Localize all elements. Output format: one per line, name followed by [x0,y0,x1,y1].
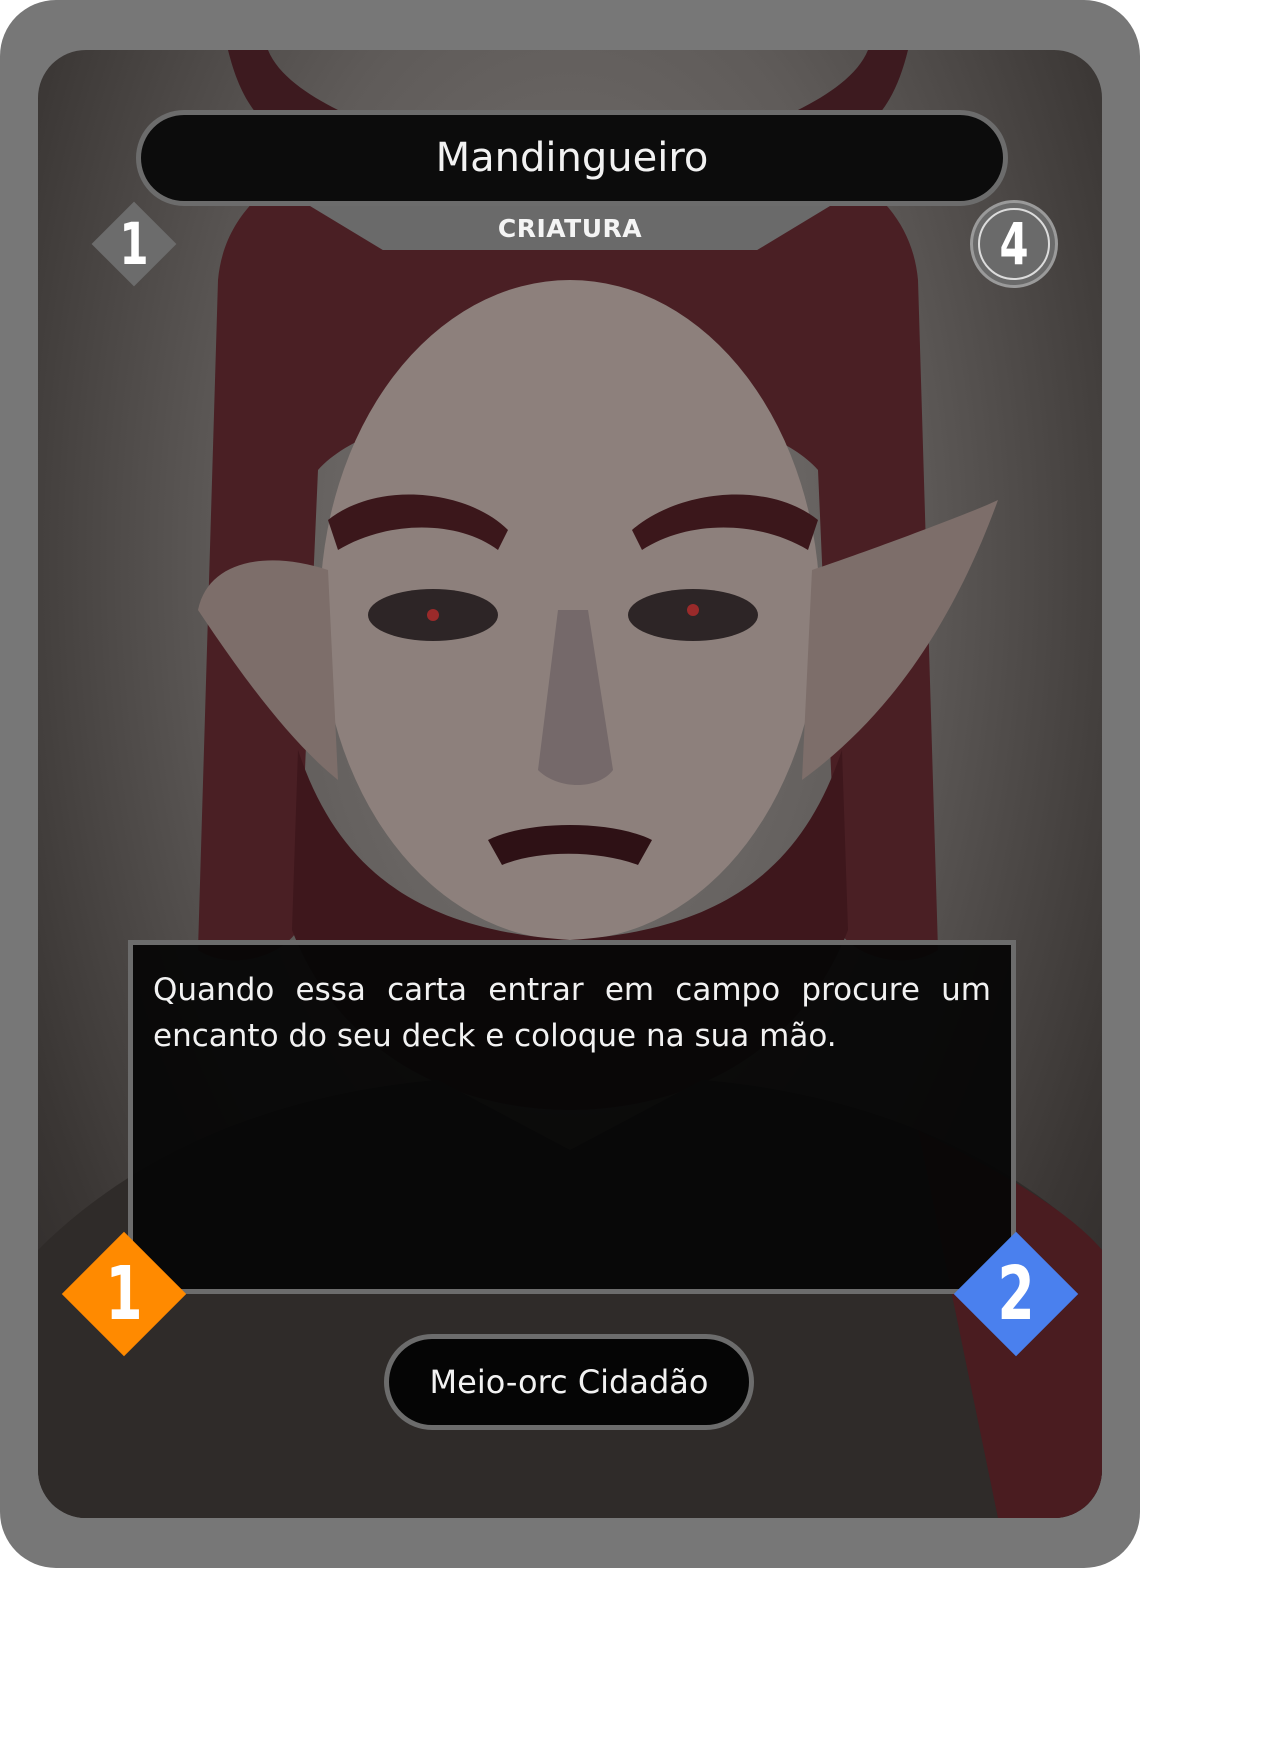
card-name: Mandingueiro [435,135,709,181]
race-pill: Meio-orc Cidadão [384,1334,754,1430]
attack-value: 1 [105,1251,143,1337]
card-frame: Mandingueiro CRIATURA 1 4 Quando essa ca… [0,0,1140,1568]
attack-gem: 1 [61,1231,187,1357]
circle-stat: 4 [970,200,1058,288]
race-label: Meio-orc Cidadão [429,1363,709,1401]
defense-gem: 2 [953,1231,1079,1357]
artwork-illustration [38,50,1102,1518]
card-type-tab: CRIATURA [310,206,830,250]
cost-gem: 1 [90,200,178,288]
defense-value: 2 [997,1251,1035,1337]
card-type: CRIATURA [497,213,643,243]
cost-value: 1 [119,210,149,278]
card-artwork [38,50,1102,1518]
circle-stat-value: 4 [999,210,1029,278]
effect-text-box: Quando essa carta entrar em campo procur… [128,940,1016,1294]
effect-text: Quando essa carta entrar em campo procur… [153,972,991,1054]
card-title-bar: Mandingueiro [136,110,1008,206]
